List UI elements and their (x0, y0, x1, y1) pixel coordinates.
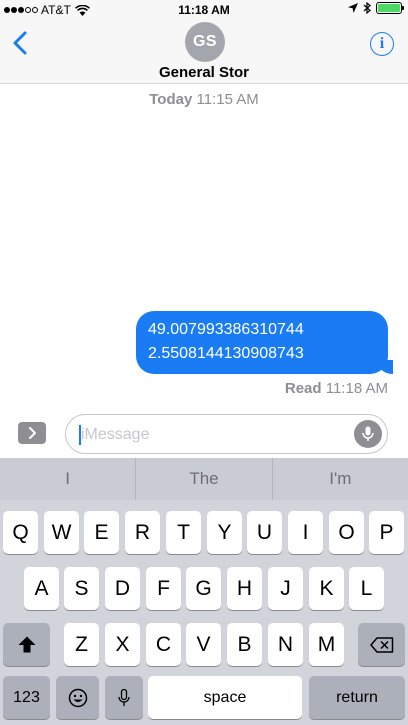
conversation-timestamp: Today 11:15 AM (0, 91, 408, 108)
prediction-suggestion[interactable]: I'm (273, 458, 408, 500)
battery-icon (376, 2, 404, 14)
key-n[interactable]: N (268, 623, 303, 666)
key-o[interactable]: O (329, 511, 364, 554)
prediction-suggestion[interactable]: The (136, 458, 273, 500)
conversation-header: GS General Stor i (0, 20, 408, 84)
read-time: 11:18 AM (325, 380, 388, 397)
message-input[interactable]: iMessage (65, 414, 388, 454)
key-i[interactable]: I (288, 511, 323, 554)
read-receipt: Read 11:18 AM (285, 380, 388, 397)
status-icons (348, 2, 404, 14)
key-g[interactable]: G (186, 567, 221, 610)
key-c[interactable]: C (146, 623, 181, 666)
key-u[interactable]: U (247, 511, 282, 554)
back-chevron-icon[interactable] (10, 30, 32, 56)
location-icon (348, 3, 358, 13)
key-r[interactable]: R (125, 511, 160, 554)
key-v[interactable]: V (186, 623, 221, 666)
key-t[interactable]: T (166, 511, 201, 554)
keyboard: I The I'm Q W E R T Y U I O P A S D F G … (0, 458, 408, 725)
key-f[interactable]: F (146, 567, 181, 610)
timestamp-time: 11:15 AM (196, 91, 259, 108)
key-l[interactable]: L (349, 567, 384, 610)
key-y[interactable]: Y (207, 511, 242, 554)
chevron-right-icon (29, 427, 36, 439)
key-p[interactable]: P (369, 511, 404, 554)
dictation-button[interactable] (354, 420, 382, 448)
key-w[interactable]: W (44, 511, 79, 554)
microphone-icon (118, 688, 130, 706)
shift-key[interactable] (3, 623, 50, 666)
key-d[interactable]: D (105, 567, 140, 610)
outgoing-message-bubble[interactable]: 49.007993386310744 2.5508144130908743 (136, 311, 393, 374)
key-e[interactable]: E (84, 511, 119, 554)
app-drawer-button[interactable] (18, 422, 46, 444)
status-time: 11:18 AM (178, 3, 230, 17)
key-h[interactable]: H (227, 567, 262, 610)
numbers-key[interactable]: 123 (3, 676, 50, 719)
backspace-icon (369, 636, 393, 653)
bluetooth-icon (363, 2, 371, 14)
shift-arrow-icon (18, 636, 35, 653)
contact-name[interactable]: General Stor (0, 64, 408, 81)
read-label: Read (284, 380, 322, 397)
emoji-key[interactable] (56, 676, 99, 719)
key-a[interactable]: A (24, 567, 59, 610)
space-key[interactable]: space (148, 676, 302, 719)
key-x[interactable]: X (105, 623, 140, 666)
delete-key[interactable] (358, 623, 405, 666)
emoji-icon (68, 688, 87, 707)
key-j[interactable]: J (268, 567, 303, 610)
key-m[interactable]: M (309, 623, 344, 666)
message-line: 49.007993386310744 (148, 321, 304, 338)
dictation-key[interactable] (105, 676, 143, 719)
status-bar: AT&T 11:18 AM (0, 0, 408, 20)
message-placeholder: iMessage (81, 426, 150, 443)
info-icon[interactable]: i (370, 32, 394, 56)
return-key[interactable]: return (309, 676, 405, 719)
contact-avatar[interactable]: GS (185, 22, 225, 62)
timestamp-day: Today (149, 91, 193, 108)
message-line: 2.5508144130908743 (148, 345, 304, 362)
key-s[interactable]: S (64, 567, 99, 610)
microphone-icon (362, 426, 374, 441)
key-b[interactable]: B (227, 623, 262, 666)
predictive-text-bar: I The I'm (0, 458, 408, 500)
key-k[interactable]: K (309, 567, 344, 610)
key-z[interactable]: Z (64, 623, 99, 666)
key-q[interactable]: Q (3, 511, 38, 554)
prediction-suggestion[interactable]: I (0, 458, 137, 500)
